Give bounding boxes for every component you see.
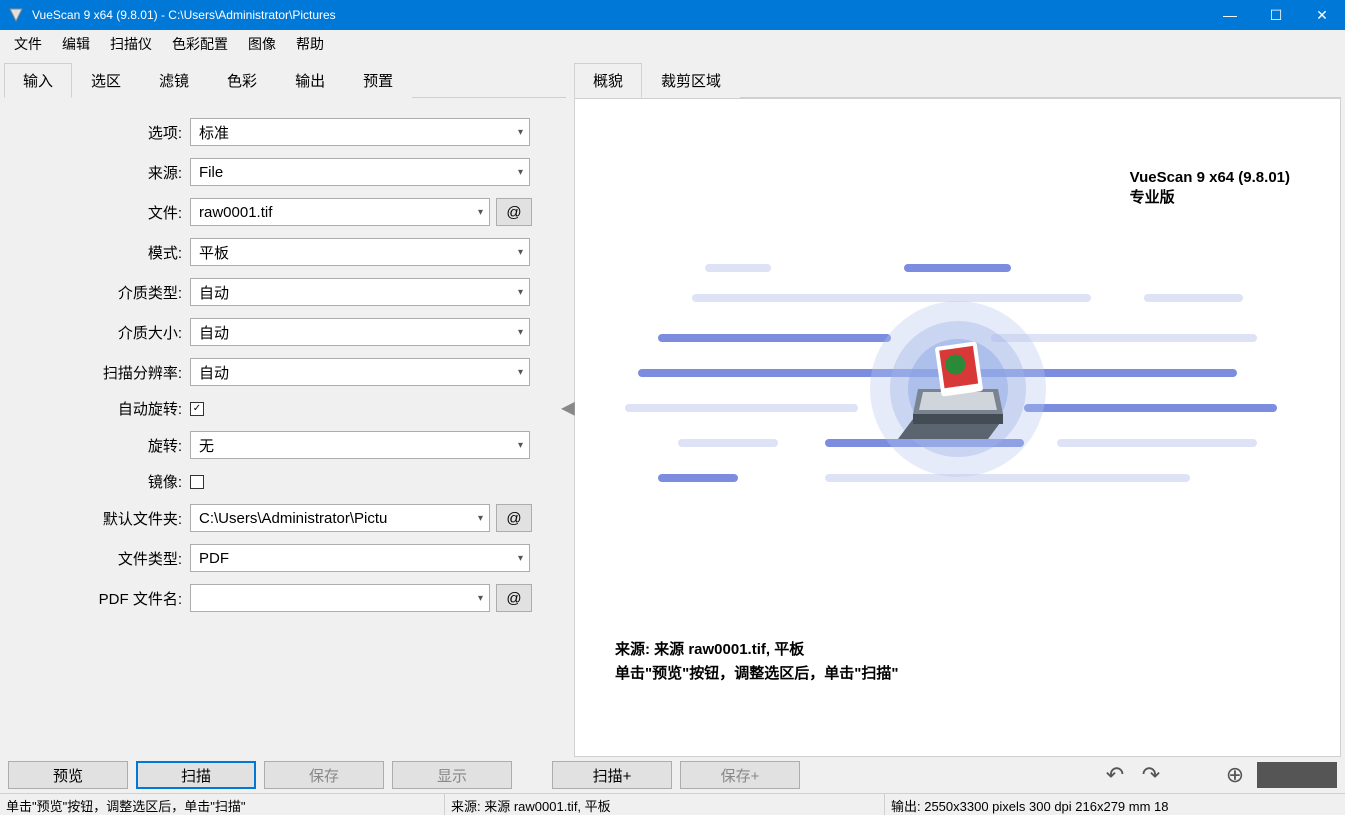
display-button[interactable]: 显示 [392, 761, 512, 789]
preview-area: VueScan 9 x64 (9.8.01) 专业版 [574, 98, 1341, 757]
window-controls: — ☐ ✕ [1207, 0, 1345, 30]
minimize-button[interactable]: — [1207, 0, 1253, 30]
file-input[interactable]: raw0001.tif▾ [190, 198, 490, 226]
scan-plus-button[interactable]: 扫描+ [552, 761, 672, 789]
save-button[interactable]: 保存 [264, 761, 384, 789]
label-options: 选项: [22, 122, 190, 143]
bottom-buttons: 预览 扫描 保存 显示 扫描+ 保存+ ↶ ↷ ⊕ [0, 757, 1345, 793]
chevron-down-icon: ▾ [478, 593, 483, 604]
options-select[interactable]: 标准▾ [190, 118, 530, 146]
auto-rotate-checkbox[interactable]: ✓ [190, 402, 204, 416]
left-pane: 输入 选区 滤镜 色彩 输出 预置 选项: 标准▾ 来源: File▾ 文件: … [0, 58, 570, 757]
label-pdf-filename: PDF 文件名: [22, 588, 190, 609]
file-browse-button[interactable]: @ [496, 198, 532, 226]
source-select[interactable]: File▾ [190, 158, 530, 186]
chevron-down-icon: ▾ [518, 367, 523, 378]
content: ◀ 输入 选区 滤镜 色彩 输出 预置 选项: 标准▾ 来源: File▾ 文件… [0, 58, 1345, 757]
mirror-checkbox[interactable] [190, 475, 204, 489]
tab-selection[interactable]: 选区 [72, 63, 140, 98]
default-folder-input[interactable]: C:\Users\Administrator\Pictu▾ [190, 504, 490, 532]
save-plus-button[interactable]: 保存+ [680, 761, 800, 789]
tab-color[interactable]: 色彩 [208, 63, 276, 98]
scan-button[interactable]: 扫描 [136, 761, 256, 789]
preview-button[interactable]: 预览 [8, 761, 128, 789]
info-source: 来源: 来源 raw0001.tif, 平板 [615, 638, 898, 662]
rotate-select[interactable]: 无▾ [190, 431, 530, 459]
tab-input[interactable]: 输入 [4, 63, 72, 98]
tab-output[interactable]: 输出 [276, 63, 344, 98]
scanner-illustration [625, 259, 1290, 519]
zoom-in-icon[interactable]: ⊕ [1221, 761, 1249, 789]
tab-overview[interactable]: 概貌 [574, 63, 642, 98]
chevron-down-icon: ▾ [518, 553, 523, 564]
label-media-size: 介质大小: [22, 322, 190, 343]
redo-icon[interactable]: ↷ [1137, 761, 1165, 789]
label-auto-rotate: 自动旋转: [22, 398, 190, 419]
label-media-type: 介质类型: [22, 282, 190, 303]
version-text: VueScan 9 x64 (9.8.01) [1130, 169, 1290, 186]
scanner-icon [868, 299, 1048, 479]
chevron-down-icon: ▾ [478, 513, 483, 524]
tab-preset[interactable]: 预置 [344, 63, 412, 98]
status-hint: 单击"预览"按钮，调整选区后，单击"扫描" [0, 794, 445, 815]
file-type-select[interactable]: PDF▾ [190, 544, 530, 572]
status-source: 来源: 来源 raw0001.tif, 平板 [445, 794, 885, 815]
maximize-button[interactable]: ☐ [1253, 0, 1299, 30]
default-folder-browse-button[interactable]: @ [496, 504, 532, 532]
pdf-filename-browse-button[interactable]: @ [496, 584, 532, 612]
label-default-folder: 默认文件夹: [22, 508, 190, 529]
menu-file[interactable]: 文件 [4, 32, 52, 56]
left-tabs: 输入 选区 滤镜 色彩 输出 预置 [4, 62, 566, 98]
pane-collapse-icon[interactable]: ◀ [561, 397, 575, 418]
scan-resolution-select[interactable]: 自动▾ [190, 358, 530, 386]
status-output: 输出: 2550x3300 pixels 300 dpi 216x279 mm … [885, 794, 1345, 815]
tab-filter[interactable]: 滤镜 [140, 63, 208, 98]
statusbar: 单击"预览"按钮，调整选区后，单击"扫描" 来源: 来源 raw0001.tif… [0, 793, 1345, 815]
info-block: 来源: 来源 raw0001.tif, 平板 单击"预览"按钮，调整选区后，单击… [615, 638, 898, 686]
close-button[interactable]: ✕ [1299, 0, 1345, 30]
titlebar: VueScan 9 x64 (9.8.01) - C:\Users\Admini… [0, 0, 1345, 30]
tab-crop-area[interactable]: 裁剪区域 [642, 63, 740, 98]
chevron-down-icon: ▾ [518, 287, 523, 298]
label-mode: 模式: [22, 242, 190, 263]
media-type-select[interactable]: 自动▾ [190, 278, 530, 306]
info-instruction: 单击"预览"按钮，调整选区后，单击"扫描" [615, 662, 898, 686]
chevron-down-icon: ▾ [518, 127, 523, 138]
label-rotate: 旋转: [22, 435, 190, 456]
media-size-select[interactable]: 自动▾ [190, 318, 530, 346]
menu-scanner[interactable]: 扫描仪 [100, 32, 162, 56]
right-tabs: 概貌 裁剪区域 [574, 62, 1341, 98]
label-file: 文件: [22, 202, 190, 223]
right-pane: 概貌 裁剪区域 VueScan 9 x64 (9.8.01) 专业版 [570, 58, 1345, 757]
version-block: VueScan 9 x64 (9.8.01) 专业版 [1130, 169, 1290, 207]
app-icon [8, 7, 24, 23]
chevron-down-icon: ▾ [518, 167, 523, 178]
menu-image[interactable]: 图像 [238, 32, 286, 56]
chevron-down-icon: ▾ [518, 440, 523, 451]
label-scan-resolution: 扫描分辨率: [22, 362, 190, 383]
label-source: 来源: [22, 162, 190, 183]
edition-text: 专业版 [1130, 186, 1290, 207]
label-mirror: 镜像: [22, 471, 190, 492]
chevron-down-icon: ▾ [518, 247, 523, 258]
menu-help[interactable]: 帮助 [286, 32, 334, 56]
mode-select[interactable]: 平板▾ [190, 238, 530, 266]
undo-icon[interactable]: ↶ [1101, 761, 1129, 789]
form-area: 选项: 标准▾ 来源: File▾ 文件: raw0001.tif▾ @ 模式:… [4, 98, 566, 757]
chevron-down-icon: ▾ [478, 207, 483, 218]
menu-color-config[interactable]: 色彩配置 [162, 32, 238, 56]
label-file-type: 文件类型: [22, 548, 190, 569]
menubar: 文件 编辑 扫描仪 色彩配置 图像 帮助 [0, 30, 1345, 58]
obscured-area [1257, 762, 1337, 788]
window-title: VueScan 9 x64 (9.8.01) - C:\Users\Admini… [32, 8, 1207, 22]
menu-edit[interactable]: 编辑 [52, 32, 100, 56]
chevron-down-icon: ▾ [518, 327, 523, 338]
pdf-filename-input[interactable]: ▾ [190, 584, 490, 612]
